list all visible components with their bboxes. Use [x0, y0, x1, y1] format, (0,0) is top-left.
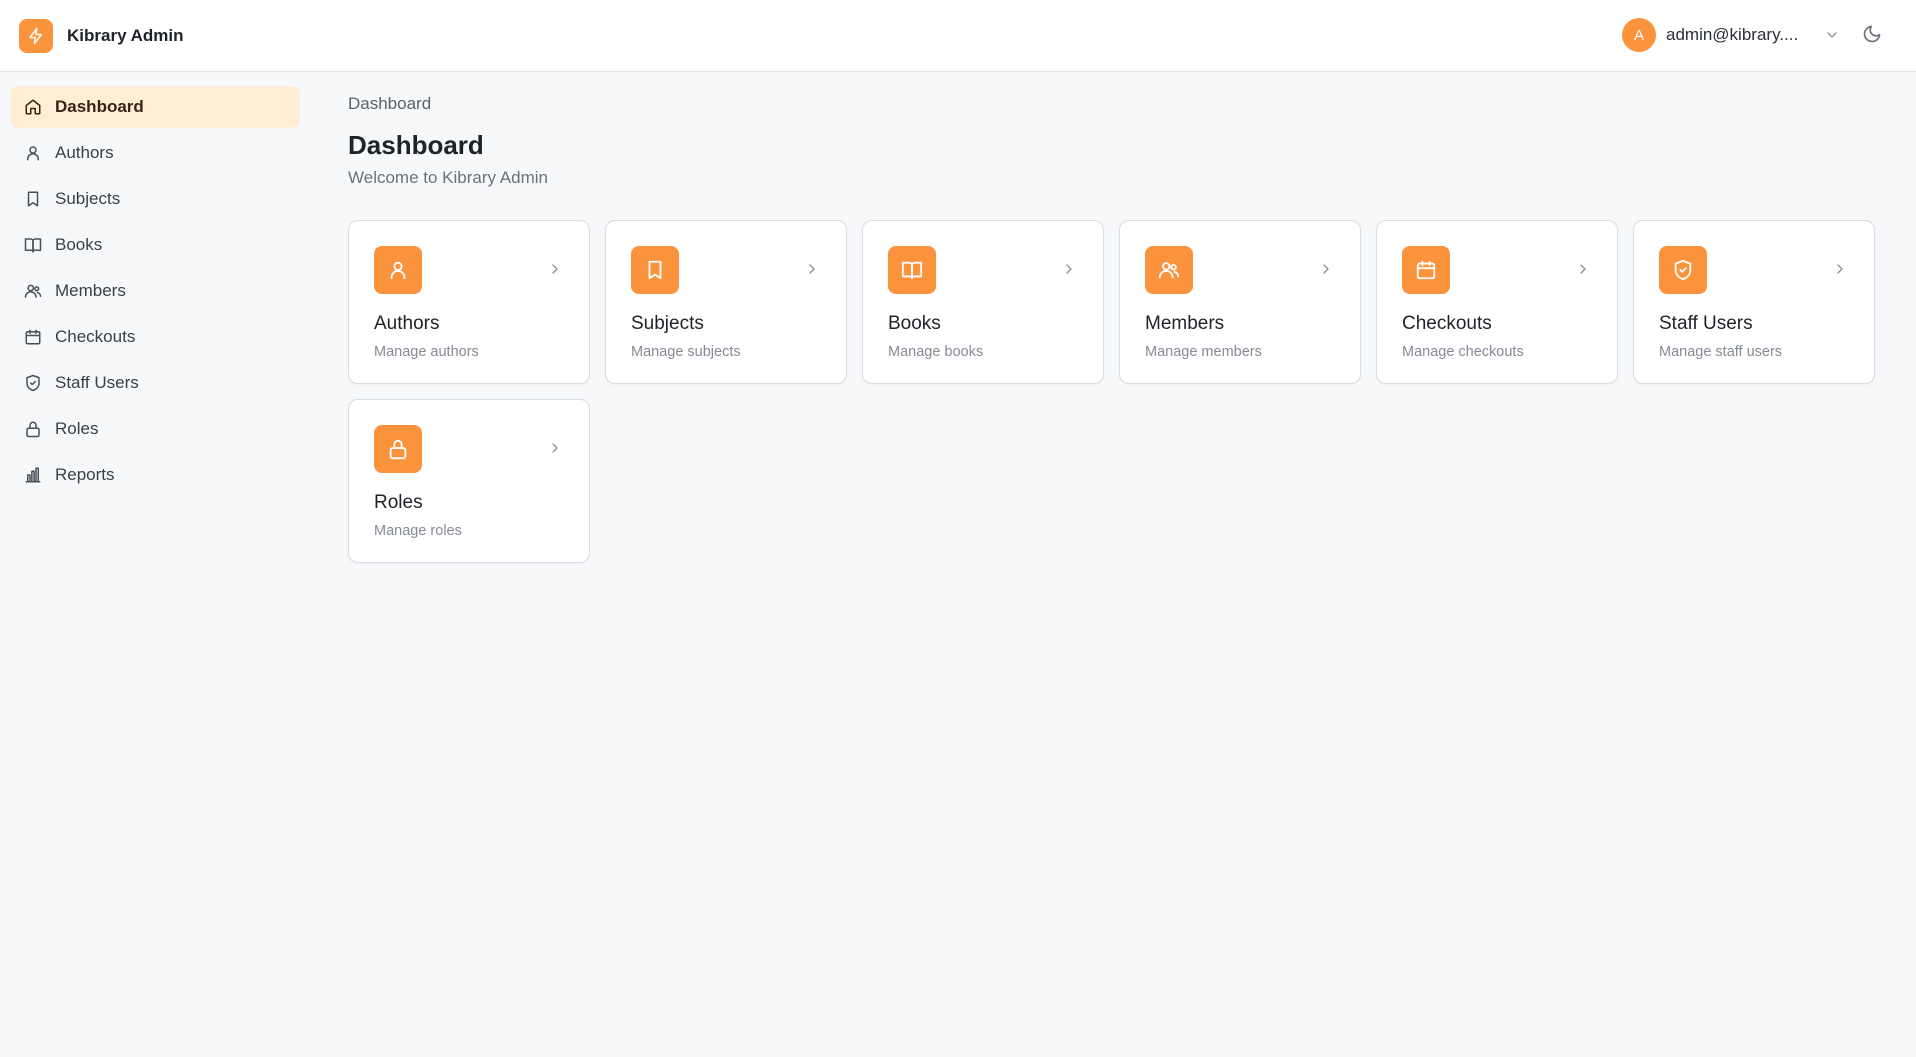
sidebar-item-label: Books [55, 235, 103, 254]
card-subjects[interactable]: Subjects Manage subjects [605, 220, 847, 384]
chevron-right-icon [1318, 261, 1334, 277]
card-description: Manage members [1145, 344, 1262, 360]
sidebar-item-label: Checkouts [55, 327, 136, 346]
card-members[interactable]: Members Manage members [1119, 220, 1361, 384]
chevron-down-icon [1824, 27, 1840, 43]
chevron-right-icon [547, 440, 563, 456]
chevron-right-icon [1832, 261, 1848, 277]
bar-chart-icon [24, 466, 42, 484]
card-books[interactable]: Books Manage books [862, 220, 1104, 384]
page-subtitle: Welcome to Kibrary Admin [348, 168, 548, 187]
lock-icon [374, 425, 422, 473]
card-description: Manage authors [374, 344, 479, 360]
calendar-icon [24, 328, 42, 346]
sidebar-item-label: Members [55, 281, 126, 300]
card-authors[interactable]: Authors Manage authors [348, 220, 590, 384]
users-icon [24, 282, 42, 300]
top-bar: Kibrary Admin A admin@kibrary.... [0, 0, 1916, 72]
sidebar-item-members[interactable]: Members [10, 270, 300, 312]
card-staff-users[interactable]: Staff Users Manage staff users [1633, 220, 1875, 384]
card-title: Authors [374, 313, 440, 334]
card-description: Manage staff users [1659, 344, 1783, 360]
sidebar-item-label: Subjects [55, 189, 121, 208]
card-title: Books [888, 313, 941, 334]
user-menu-button[interactable]: A admin@kibrary.... [1622, 18, 1840, 52]
chevron-right-icon [547, 261, 563, 277]
users-icon [1145, 246, 1193, 294]
card-title: Subjects [631, 313, 704, 334]
sidebar-item-staff-users[interactable]: Staff Users [10, 362, 300, 404]
home-icon [24, 98, 42, 116]
sidebar-item-subjects[interactable]: Subjects [10, 178, 300, 220]
shield-check-icon [1659, 246, 1707, 294]
sidebar: Dashboard Authors Subjects Books Members… [0, 72, 310, 1057]
sidebar-item-label: Roles [55, 419, 99, 438]
card-title: Roles [374, 492, 423, 513]
card-title: Checkouts [1402, 313, 1492, 334]
sidebar-item-label: Staff Users [55, 373, 139, 392]
user-icon [374, 246, 422, 294]
chevron-right-icon [1575, 261, 1591, 277]
card-description: Manage roles [374, 523, 462, 539]
sidebar-item-label: Dashboard [55, 97, 144, 116]
chevron-right-icon [1061, 261, 1077, 277]
card-description: Manage books [888, 344, 984, 360]
app-name: Kibrary Admin [67, 26, 184, 45]
lightning-icon [19, 19, 53, 53]
user-email: admin@kibrary.... [1666, 25, 1799, 44]
lock-icon [24, 420, 42, 438]
avatar: A [1622, 18, 1656, 52]
book-open-icon [24, 236, 42, 254]
moon-icon[interactable] [1862, 24, 1884, 46]
card-description: Manage subjects [631, 344, 741, 360]
sidebar-item-checkouts[interactable]: Checkouts [10, 316, 300, 358]
sidebar-item-label: Reports [55, 465, 115, 484]
breadcrumb[interactable]: Dashboard [348, 94, 431, 114]
brand[interactable]: Kibrary Admin [19, 19, 184, 53]
chevron-right-icon [804, 261, 820, 277]
card-checkouts[interactable]: Checkouts Manage checkouts [1376, 220, 1618, 384]
sidebar-item-label: Authors [55, 143, 114, 162]
calendar-icon [1402, 246, 1450, 294]
page-title: Dashboard [348, 130, 484, 160]
shield-check-icon [24, 374, 42, 392]
card-roles[interactable]: Roles Manage roles [348, 399, 590, 563]
bookmark-icon [24, 190, 42, 208]
card-title: Members [1145, 313, 1225, 334]
card-title: Staff Users [1659, 313, 1753, 334]
sidebar-item-authors[interactable]: Authors [10, 132, 300, 174]
sidebar-item-books[interactable]: Books [10, 224, 300, 266]
user-icon [24, 144, 42, 162]
card-description: Manage checkouts [1402, 344, 1524, 360]
bookmark-icon [631, 246, 679, 294]
sidebar-item-dashboard[interactable]: Dashboard [10, 86, 300, 128]
sidebar-item-reports[interactable]: Reports [10, 454, 300, 496]
sidebar-item-roles[interactable]: Roles [10, 408, 300, 450]
book-open-icon [888, 246, 936, 294]
